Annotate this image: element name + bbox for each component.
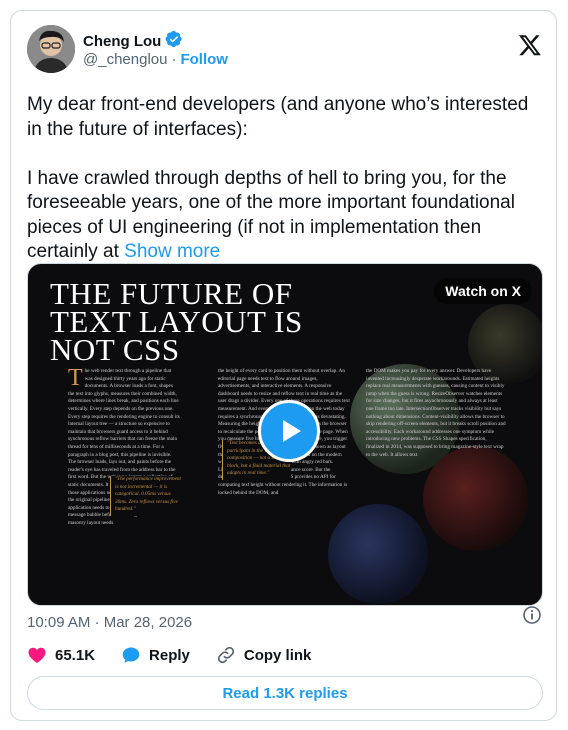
read-replies-label: Read 1.3K replies xyxy=(222,684,348,702)
author-name[interactable]: Cheng Lou xyxy=(83,33,161,50)
tweet-body: My dear front-end developers (and anyone… xyxy=(27,94,529,262)
x-logo-icon[interactable] xyxy=(518,33,542,57)
drop-cap: T xyxy=(68,368,83,391)
tweet-header: Cheng Lou @_chenglou · Follow xyxy=(27,25,542,75)
handle-line: @_chenglou · Follow xyxy=(83,51,228,68)
play-icon xyxy=(283,420,301,442)
media-video[interactable]: THE FUTURE OF TEXT LAYOUT IS NOT CSS Wat… xyxy=(27,263,543,606)
tweet-card: Cheng Lou @_chenglou · Follow My dear fron… xyxy=(10,10,557,721)
name-line: Cheng Lou xyxy=(83,30,183,53)
reply-label: Reply xyxy=(149,646,190,664)
article-column-3: the DOM makes you pay for every answer. … xyxy=(366,368,506,604)
link-icon xyxy=(217,646,234,664)
article-column-3-text: the DOM makes you pay for every answer. … xyxy=(366,368,506,458)
like-count: 65.1K xyxy=(55,646,96,664)
copy-link-label: Copy link xyxy=(243,646,312,664)
like-button[interactable]: 65.1K xyxy=(27,645,95,665)
info-icon[interactable] xyxy=(522,605,542,625)
pull-quote-1: "The performance improvement is not incr… xyxy=(110,476,181,516)
show-more-link[interactable]: Show more xyxy=(124,241,220,262)
follow-button[interactable]: Follow xyxy=(180,51,228,68)
watch-on-x-label[interactable]: Watch on X xyxy=(434,278,532,304)
verified-badge-icon xyxy=(165,30,183,53)
tweet-timestamp[interactable]: 10:09 AM · Mar 28, 2026 xyxy=(27,614,192,631)
reply-bubble-icon xyxy=(122,647,140,663)
copy-link-button[interactable]: Copy link xyxy=(216,645,312,665)
reply-button[interactable]: Reply xyxy=(121,645,190,665)
separator-dot: · xyxy=(171,51,177,68)
author-handle[interactable]: @_chenglou xyxy=(83,51,167,68)
tweet-text: My dear front-end developers (and anyone… xyxy=(27,93,543,265)
play-button[interactable] xyxy=(258,400,320,462)
pull-quote-1-text: "The performance improvement is not incr… xyxy=(115,476,181,513)
avatar[interactable] xyxy=(27,25,75,73)
heart-icon xyxy=(28,647,46,663)
action-bar: 65.1K Reply Copy link xyxy=(27,645,337,665)
media-title: THE FUTURE OF TEXT LAYOUT IS NOT CSS xyxy=(50,276,303,367)
read-replies-button[interactable]: Read 1.3K replies xyxy=(27,676,543,710)
